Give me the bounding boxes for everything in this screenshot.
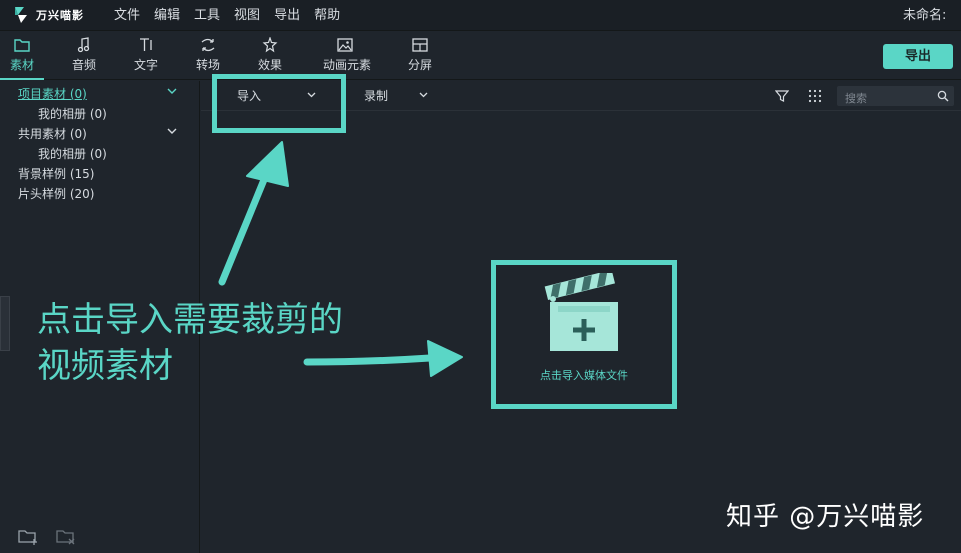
import-media-label: 点击导入媒体文件: [540, 369, 628, 382]
annotation-arrows: [218, 141, 463, 377]
annotation-line-2: 视频素材: [37, 346, 173, 386]
annotation-text: 点击导入需要裁剪的 视频素材: [37, 297, 343, 389]
annotation-line-1: 点击导入需要裁剪的: [37, 300, 343, 340]
import-media-dropzone[interactable]: 点击导入媒体文件: [496, 265, 672, 404]
clapperboard-add-icon: [544, 273, 618, 351]
watermark: 知乎 @万兴喵影: [726, 502, 925, 532]
arrow-up-icon: [218, 141, 289, 286]
